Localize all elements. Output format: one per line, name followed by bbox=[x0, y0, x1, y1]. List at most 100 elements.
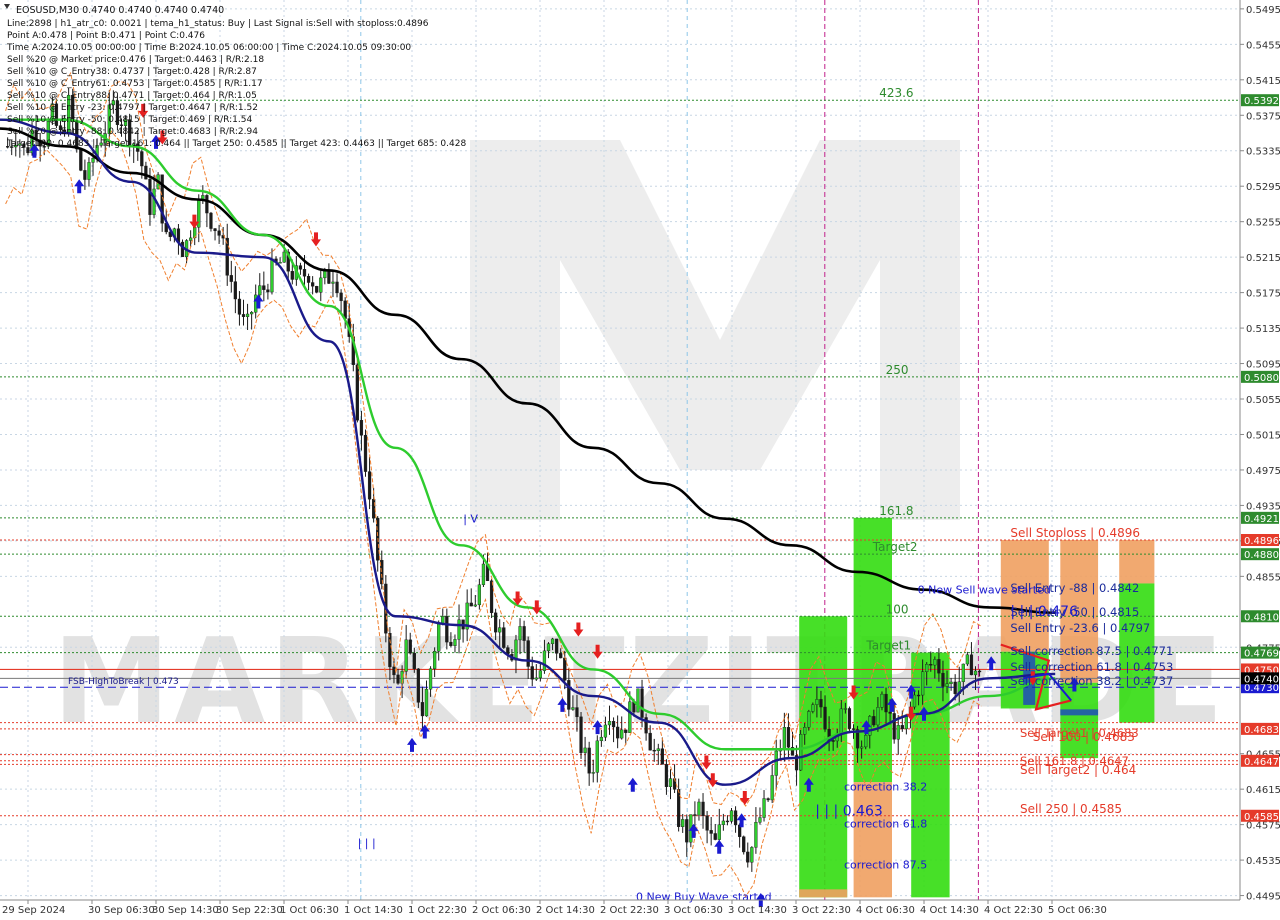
candle-body bbox=[355, 364, 359, 421]
candle-body bbox=[811, 704, 815, 712]
price-tag-label: 0.4880 bbox=[1244, 550, 1279, 561]
y-tick-label: 0.5415 bbox=[1246, 76, 1280, 87]
price-chart[interactable]: MARKETZITRADE 423.6250161.8Sell Stoploss… bbox=[0, 0, 1280, 920]
price-tag-label: 0.4896 bbox=[1244, 536, 1279, 547]
candle-body bbox=[148, 178, 152, 215]
candle-body bbox=[876, 707, 880, 726]
y-tick-label: 0.4495 bbox=[1246, 892, 1280, 903]
candle-body bbox=[750, 847, 754, 863]
candle-body bbox=[583, 747, 587, 753]
price-tag-label: 0.5392 bbox=[1244, 96, 1279, 107]
candle-body bbox=[949, 681, 953, 684]
x-tick-label: 2 Oct 22:30 bbox=[600, 905, 659, 916]
candle-body bbox=[477, 584, 481, 606]
candle-body bbox=[420, 702, 425, 717]
candle-body bbox=[555, 638, 559, 654]
candle-body bbox=[83, 170, 87, 180]
candle-body bbox=[359, 420, 364, 436]
candle-body bbox=[91, 158, 95, 163]
candle-body bbox=[388, 633, 392, 668]
candle-body bbox=[697, 801, 701, 816]
price-tag-label: 0.4585 bbox=[1244, 812, 1279, 823]
candle-body bbox=[660, 748, 664, 765]
candle-body bbox=[494, 612, 498, 633]
candle-body bbox=[681, 819, 685, 827]
candle-body bbox=[530, 666, 534, 680]
candle-body bbox=[860, 746, 864, 749]
wave-annotation: 0 New Sell wave started bbox=[918, 584, 1051, 597]
info-line: Sell %10 @ C_Entry38: 0.4737 | Target:0.… bbox=[7, 67, 257, 77]
chart-background bbox=[0, 0, 1280, 920]
candle-body bbox=[306, 276, 311, 283]
symbol-line: EOSUSD,M30 0.4740 0.4740 0.4740 0.4740 bbox=[16, 5, 224, 16]
y-tick-label: 0.5295 bbox=[1246, 182, 1280, 193]
candle-body bbox=[786, 727, 791, 748]
candle-body bbox=[502, 627, 506, 648]
y-tick-label: 0.5095 bbox=[1246, 360, 1280, 371]
candle-body bbox=[453, 639, 457, 646]
candle-body bbox=[945, 683, 949, 687]
candle-body bbox=[319, 277, 323, 293]
y-tick-label: 0.4975 bbox=[1246, 466, 1280, 477]
y-tick-label: 0.5255 bbox=[1246, 218, 1280, 229]
candle-body bbox=[668, 778, 673, 787]
candle-body bbox=[843, 708, 847, 710]
candle-body bbox=[262, 285, 266, 290]
wave-annotation: correction 61.8 bbox=[844, 818, 927, 831]
zone-label: Sell Entry -23.6 | 0.4797 bbox=[1010, 621, 1150, 635]
candle-body bbox=[725, 820, 730, 823]
candle-body bbox=[677, 789, 681, 827]
target-zone bbox=[853, 782, 892, 898]
candle-body bbox=[599, 736, 603, 742]
candle-body bbox=[900, 725, 904, 730]
candle-body bbox=[416, 668, 420, 703]
candle-body bbox=[807, 711, 811, 728]
wave-annotation: | | | 0.476 bbox=[1010, 604, 1078, 620]
candle-body bbox=[656, 748, 660, 751]
y-tick-label: 0.5495 bbox=[1246, 5, 1280, 16]
price-tag-label: 0.4921 bbox=[1244, 514, 1279, 525]
x-tick-label: 3 Oct 22:30 bbox=[792, 905, 851, 916]
x-tick-label: 30 Sep 06:30 bbox=[88, 905, 155, 916]
zone-label: Sell correction 61.8 | 0.4753 bbox=[1010, 660, 1173, 674]
candle-body bbox=[819, 699, 823, 708]
candle-body bbox=[335, 281, 339, 294]
candle-body bbox=[640, 688, 644, 718]
candle-body bbox=[591, 772, 595, 774]
wave-annotation: | | | bbox=[358, 836, 376, 849]
y-tick-label: 0.5455 bbox=[1246, 40, 1280, 51]
candle-body bbox=[921, 671, 925, 696]
y-tick-label: 0.5055 bbox=[1246, 395, 1280, 406]
level-label: 100 bbox=[886, 602, 909, 616]
candle-body bbox=[298, 265, 303, 270]
info-line: Target100: 0.4683 || Target 161: 0.464 |… bbox=[6, 139, 466, 149]
candle-body bbox=[514, 639, 518, 661]
x-tick-label: 4 Oct 22:30 bbox=[984, 905, 1043, 916]
candle-body bbox=[664, 764, 669, 787]
candle-body bbox=[278, 262, 282, 264]
candle-body bbox=[933, 659, 937, 666]
candle-body bbox=[941, 672, 945, 687]
candle-body bbox=[404, 639, 408, 672]
candle-body bbox=[888, 711, 892, 714]
x-tick-label: 30 Sep 14:30 bbox=[152, 905, 219, 916]
candle-body bbox=[79, 148, 83, 171]
candle-body bbox=[965, 654, 969, 665]
candle-body bbox=[961, 663, 965, 682]
x-tick-label: 2 Oct 06:30 bbox=[472, 905, 531, 916]
candle-body bbox=[721, 820, 725, 825]
candle-body bbox=[652, 749, 656, 752]
candle-body bbox=[823, 706, 827, 730]
candle-body bbox=[152, 188, 156, 215]
candle-body bbox=[412, 653, 416, 670]
zone-label: Sell correction 38.2 | 0.4737 bbox=[1010, 674, 1173, 688]
candle-body bbox=[872, 716, 876, 726]
candle-body bbox=[563, 657, 567, 681]
candle-body bbox=[831, 740, 835, 742]
candle-body bbox=[217, 230, 221, 236]
x-tick-label: 4 Oct 14:30 bbox=[920, 905, 979, 916]
candle-body bbox=[538, 670, 542, 679]
candle-body bbox=[542, 650, 547, 671]
y-tick-label: 0.5375 bbox=[1246, 111, 1280, 122]
candle-body bbox=[762, 798, 766, 818]
